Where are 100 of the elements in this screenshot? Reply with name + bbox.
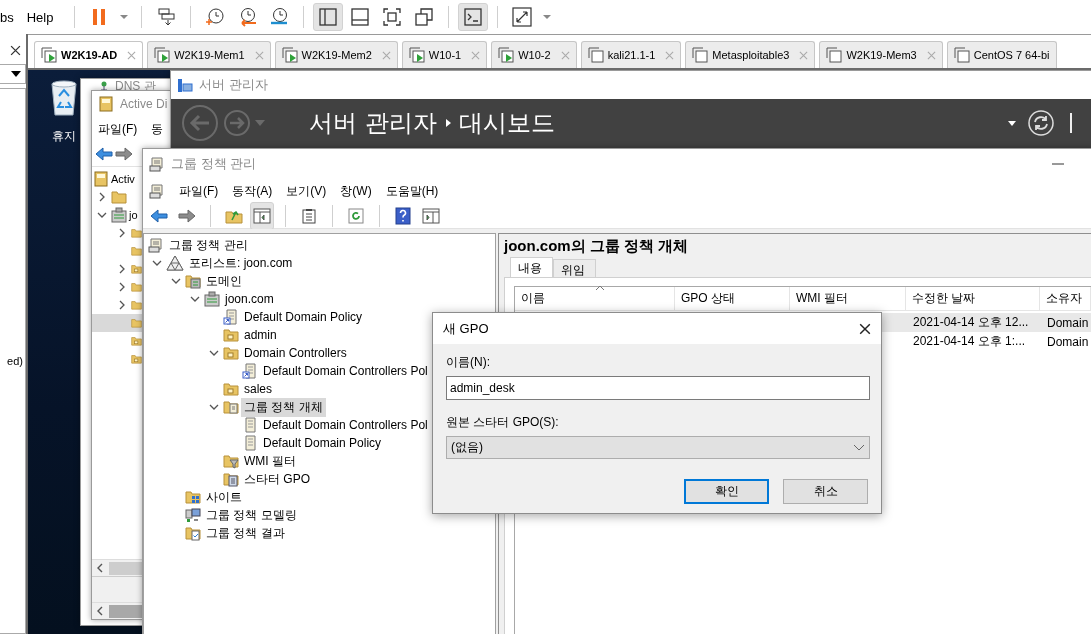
vm-tab[interactable]: W2K19-Mem1: [147, 41, 271, 68]
document-shortcut-icon: [242, 363, 258, 379]
tree-item[interactable]: Activ: [110, 173, 136, 185]
menu-item[interactable]: 파일(F): [98, 120, 138, 138]
dialog-title: 새 GPO: [443, 319, 489, 338]
vm-tab[interactable]: Metasploitable3: [685, 41, 816, 68]
tree-item[interactable]: 그룹 정책 결과: [203, 523, 288, 543]
scrollbar-thumb[interactable]: [109, 561, 142, 575]
dialog-button[interactable]: 확인: [684, 479, 769, 504]
menu-item[interactable]: bs: [0, 9, 21, 25]
vm-tab[interactable]: W2K19-Mem3: [819, 41, 943, 68]
running-vm-icon: [498, 47, 515, 63]
bottom-panel-icon: [351, 8, 370, 26]
tab[interactable]: 위임: [553, 259, 596, 277]
vm-tab[interactable]: kali21.1-1: [580, 41, 682, 68]
chevron-left-icon[interactable]: [95, 563, 105, 573]
toolbar-button[interactable]: [458, 3, 489, 31]
tree-item[interactable]: 도메인: [203, 271, 245, 291]
tree-item[interactable]: joon.com: [222, 291, 277, 307]
table-cell-text: 2021-04-14 오후 12...: [912, 314, 1030, 331]
chevron-down-icon[interactable]: [209, 348, 219, 358]
horizontal-scrollbar[interactable]: [92, 602, 142, 619]
stretch-icon: [512, 7, 533, 27]
horizontal-scrollbar[interactable]: [92, 559, 142, 576]
chevron-right-icon[interactable]: [117, 300, 127, 310]
tab[interactable]: 내용: [510, 257, 553, 277]
tree-item[interactable]: WMI 필터: [241, 451, 299, 471]
icon-label[interactable]: 휴지: [52, 128, 76, 145]
menu-item[interactable]: 도움말(H): [385, 182, 439, 200]
overlapping-squares-icon: [415, 8, 434, 26]
list-item-text[interactable]: ed): [7, 355, 23, 367]
menu-item[interactable]: 파일(F): [179, 182, 219, 200]
chevron-down-icon[interactable]: [152, 258, 162, 268]
dropdown-field[interactable]: [0, 64, 26, 84]
chevron-right-icon[interactable]: [117, 264, 127, 274]
toolbar-button[interactable]: [250, 201, 274, 230]
tree-item[interactable]: 그룹 정책 관리: [166, 235, 251, 255]
column-header[interactable]: 소유자: [1040, 287, 1091, 310]
field-label: 이름(N):: [446, 354, 490, 371]
scrollbar-thumb[interactable]: [109, 604, 142, 618]
menu-item[interactable]: 동: [151, 120, 164, 138]
column-header[interactable]: 수정한 날짜: [906, 287, 1040, 310]
chevron-right-icon[interactable]: [97, 192, 107, 202]
running-vm-icon: [281, 47, 298, 63]
window-title: 서버 관리자: [199, 76, 268, 94]
fullscreen-icon: [383, 8, 402, 26]
tree-item[interactable]: 사이트: [203, 487, 245, 507]
caret-icon[interactable]: [1008, 120, 1016, 126]
close-icon[interactable]: [10, 44, 21, 56]
menu-item[interactable]: Help: [26, 9, 61, 25]
tree-item[interactable]: admin: [241, 327, 280, 343]
vm-tab[interactable]: CentOS 7 64-bi: [946, 41, 1057, 68]
starter-gpo-dropdown[interactable]: (없음): [446, 436, 870, 459]
column-header[interactable]: 이름: [515, 287, 675, 310]
tree-item[interactable]: 포리스트: joon.com: [186, 253, 296, 273]
forward-arrow-icon: [115, 145, 133, 162]
chevron-down-icon[interactable]: [171, 276, 181, 286]
tree-item[interactable]: 스타터 GPO: [241, 469, 313, 489]
tree-item[interactable]: 그룹 정책 개체: [241, 397, 326, 417]
tree-item[interactable]: Default Domain Controllers Pol: [260, 363, 431, 379]
chevron-right-icon[interactable]: [117, 228, 127, 238]
back-arrow-icon: [150, 207, 168, 224]
chevron-left-icon[interactable]: [95, 606, 105, 616]
vm-tab[interactable]: W10-2: [491, 41, 577, 68]
help-icon: [395, 206, 411, 225]
tree-item[interactable]: sales: [241, 381, 275, 397]
chevron-down-icon[interactable]: [190, 294, 200, 304]
chevron-right-icon[interactable]: [117, 282, 127, 292]
breadcrumb-item[interactable]: 서버 관리자: [309, 107, 437, 139]
menu-item[interactable]: 창(W): [340, 182, 372, 200]
vm-tab[interactable]: W2K19-Mem2: [274, 41, 398, 68]
tree-item[interactable]: 그룹 정책 모델링: [203, 505, 300, 525]
tree-item[interactable]: Default Domain Controllers Pol: [260, 417, 431, 433]
tree-item[interactable]: jo: [128, 209, 139, 221]
refresh-icon[interactable]: [1028, 110, 1054, 136]
menu-item[interactable]: 동작(A): [232, 182, 273, 200]
pane-heading: joon.com의 그룹 정책 개체: [504, 237, 689, 256]
chevron-down-icon[interactable]: [209, 402, 219, 412]
menu-item[interactable]: 보기(V): [286, 182, 327, 200]
close-icon[interactable]: [859, 322, 871, 335]
column-header[interactable]: GPO 상태: [675, 287, 790, 310]
window-title: Active Di: [120, 97, 168, 111]
breadcrumb-item[interactable]: 대시보드: [458, 107, 555, 139]
book-icon: [93, 171, 109, 187]
tree-item[interactable]: Default Domain Policy: [260, 435, 385, 451]
table-cell-text: Domain: [1046, 333, 1090, 351]
running-vm-icon: [408, 47, 425, 63]
vm-tab[interactable]: W2K19-AD: [34, 41, 144, 68]
vm-tab[interactable]: W10-1: [401, 41, 488, 68]
chevron-down-icon[interactable]: [97, 210, 107, 220]
running-vm-icon: [154, 47, 171, 63]
column-header[interactable]: WMI 필터: [790, 287, 906, 310]
dialog-button[interactable]: 취소: [783, 479, 868, 504]
toolbar-button[interactable]: [313, 3, 344, 31]
document-shortcut-icon: [223, 309, 239, 325]
running-vm-icon: [41, 47, 57, 63]
tree-item[interactable]: Domain Controllers: [241, 345, 350, 361]
name-field[interactable]: admin_desk: [446, 376, 870, 400]
tree-item[interactable]: Default Domain Policy: [241, 309, 366, 325]
console-icon: [464, 8, 483, 26]
